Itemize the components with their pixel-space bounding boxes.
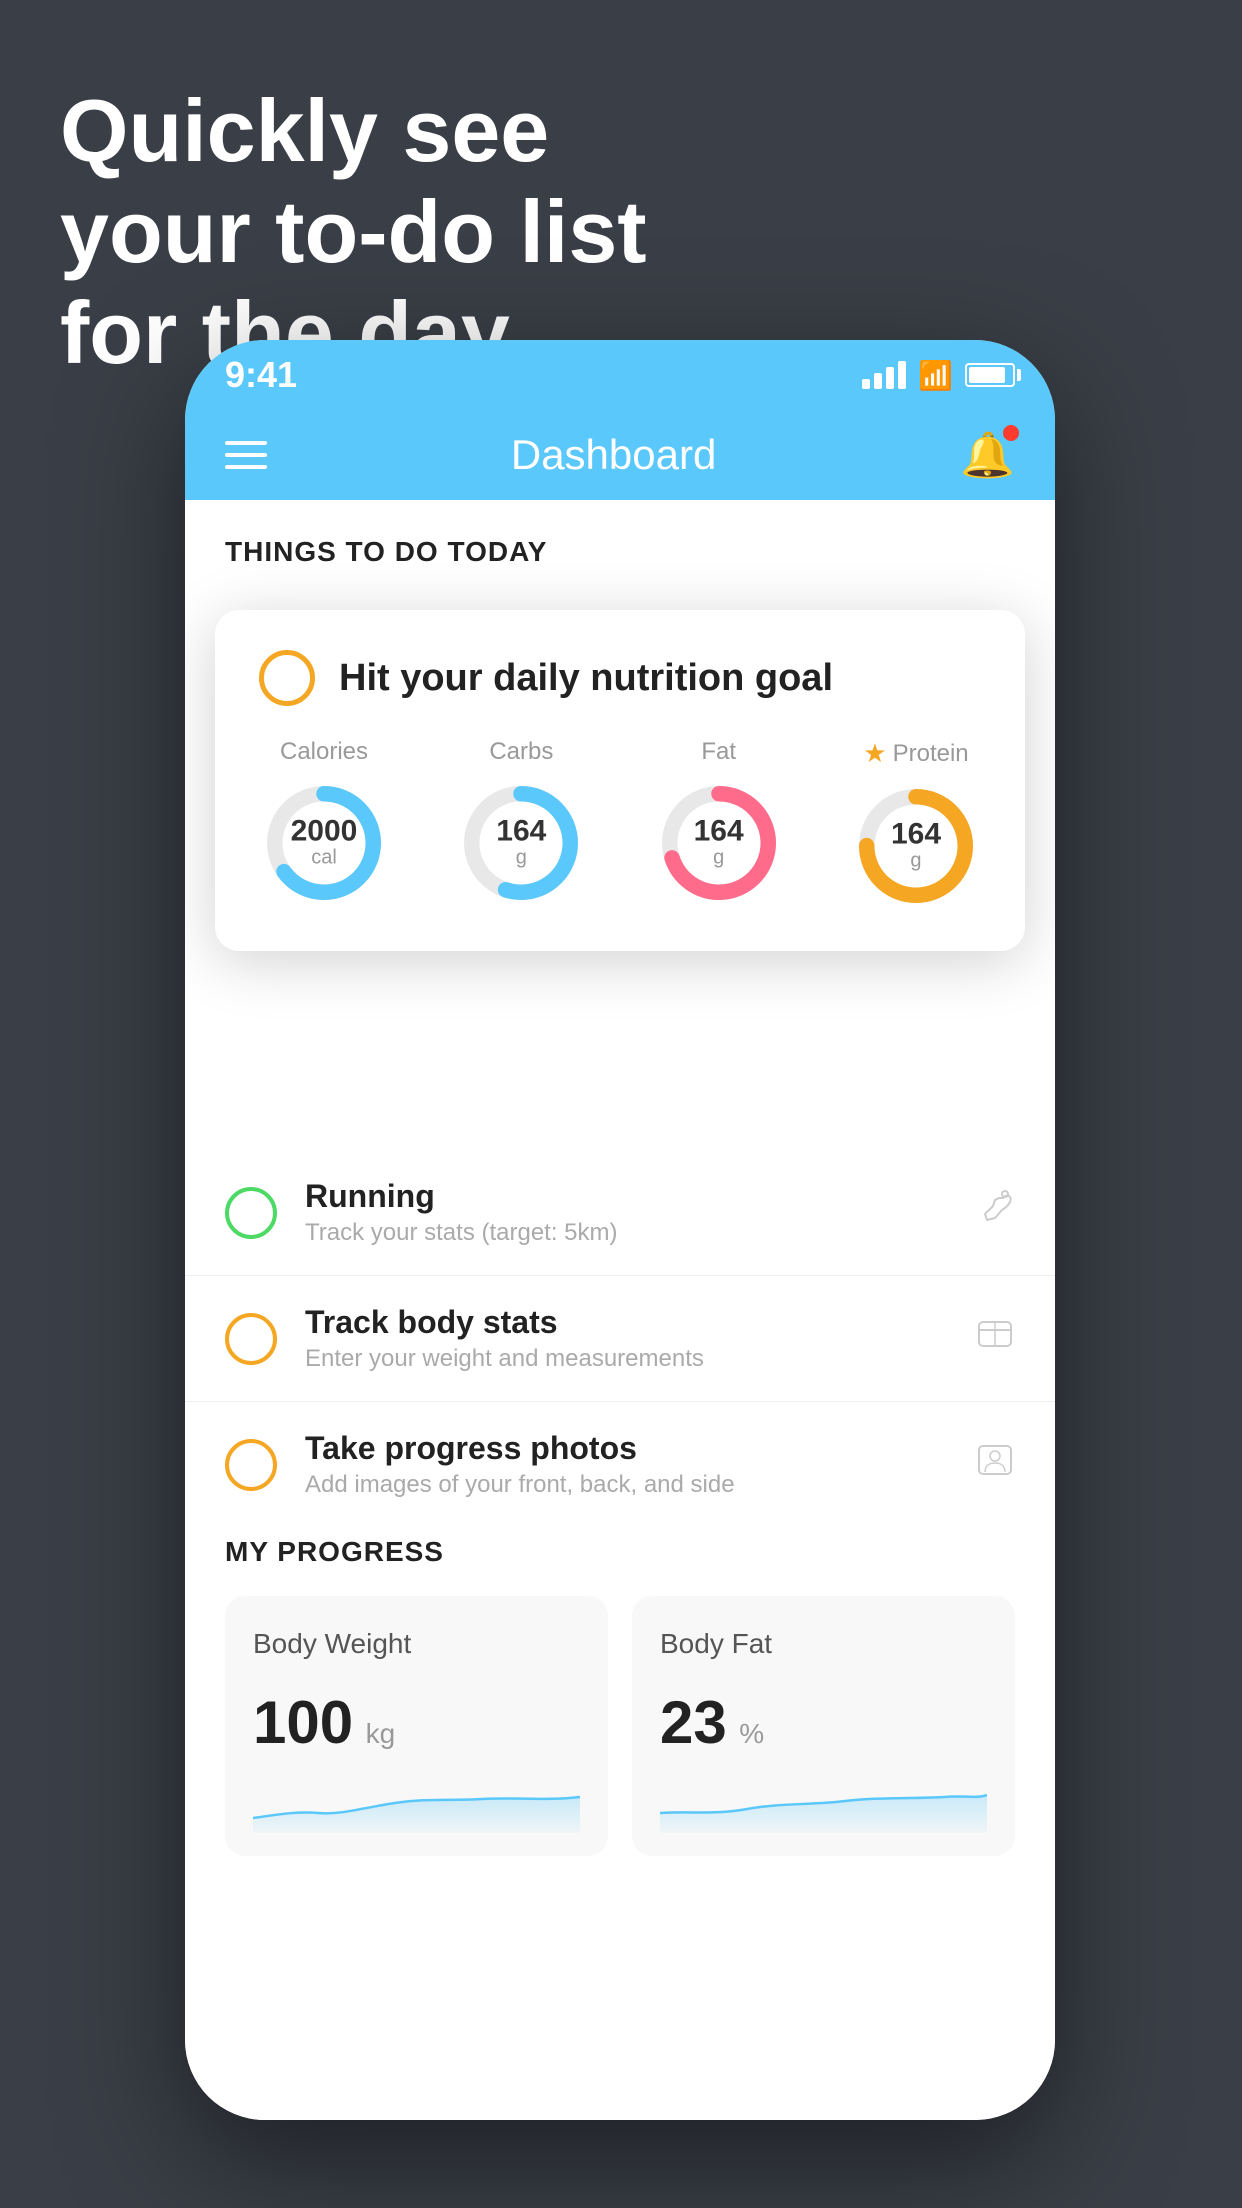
calories-value: 2000	[291, 817, 358, 847]
body-weight-chart	[253, 1773, 580, 1833]
nav-bar: Dashboard 🔔	[185, 410, 1055, 500]
todo-circle-body-stats	[225, 1313, 277, 1365]
protein-value: 164	[891, 820, 941, 850]
todo-text-body-stats: Track body stats Enter your weight and m…	[305, 1304, 947, 1373]
todo-text-photos: Take progress photos Add images of your …	[305, 1430, 947, 1499]
protein-donut: 164 g	[851, 781, 981, 911]
star-icon: ★	[863, 738, 886, 769]
todo-title-photos: Take progress photos	[305, 1430, 947, 1467]
carbs-value: 164	[496, 817, 546, 847]
status-time: 9:41	[225, 354, 297, 396]
todo-item-running[interactable]: Running Track your stats (target: 5km)	[185, 1150, 1055, 1276]
fat-value: 164	[694, 817, 744, 847]
body-weight-title: Body Weight	[253, 1628, 580, 1660]
wifi-icon: 📶	[918, 359, 953, 392]
app-headline: Quickly see your to-do list for the day.	[60, 80, 647, 384]
todo-title-running: Running	[305, 1178, 947, 1215]
signal-icon	[862, 361, 906, 389]
status-icons: 📶	[862, 359, 1015, 392]
nutrition-card: Hit your daily nutrition goal Calories 2…	[215, 610, 1025, 951]
protein-stat: ★ Protein 164 g	[851, 738, 981, 911]
protein-label: ★ Protein	[863, 738, 968, 769]
progress-section: MY PROGRESS Body Weight 100 kg	[185, 1500, 1055, 1856]
fat-label: Fat	[701, 738, 736, 766]
running-icon	[975, 1190, 1015, 1235]
protein-unit: g	[891, 850, 941, 873]
todo-text-running: Running Track your stats (target: 5km)	[305, 1178, 947, 1247]
carbs-label: Carbs	[489, 738, 553, 766]
fat-donut: 164 g	[654, 778, 784, 908]
body-fat-title: Body Fat	[660, 1628, 987, 1660]
todo-title-body-stats: Track body stats	[305, 1304, 947, 1341]
carbs-stat: Carbs 164 g	[456, 738, 586, 908]
battery-icon	[965, 363, 1015, 387]
body-fat-card: Body Fat 23 %	[632, 1596, 1015, 1856]
body-fat-value: 23	[660, 1688, 727, 1757]
person-icon	[975, 1442, 1015, 1487]
body-weight-unit: kg	[366, 1718, 396, 1749]
things-section-header: THINGS TO DO TODAY	[185, 500, 1055, 588]
hamburger-menu[interactable]	[225, 441, 267, 469]
notification-bell[interactable]: 🔔	[960, 429, 1015, 481]
todo-sub-body-stats: Enter your weight and measurements	[305, 1345, 947, 1373]
carbs-unit: g	[496, 847, 546, 870]
nutrition-stats: Calories 2000 cal Carbs	[259, 738, 981, 911]
progress-section-title: MY PROGRESS	[225, 1500, 1015, 1568]
notification-dot	[1003, 425, 1019, 441]
todo-circle-running	[225, 1187, 277, 1239]
nav-title: Dashboard	[511, 431, 716, 479]
fat-stat: Fat 164 g	[654, 738, 784, 908]
progress-cards: Body Weight 100 kg	[225, 1596, 1015, 1856]
todo-sub-photos: Add images of your front, back, and side	[305, 1471, 947, 1499]
nutrition-title: Hit your daily nutrition goal	[339, 657, 833, 700]
calories-unit: cal	[291, 847, 358, 870]
scale-icon	[975, 1316, 1015, 1361]
todo-item-body-stats[interactable]: Track body stats Enter your weight and m…	[185, 1276, 1055, 1402]
body-fat-chart	[660, 1773, 987, 1833]
body-fat-unit: %	[739, 1718, 764, 1749]
nutrition-check-circle	[259, 650, 315, 706]
todo-circle-photos	[225, 1439, 277, 1491]
calories-stat: Calories 2000 cal	[259, 738, 389, 908]
carbs-donut: 164 g	[456, 778, 586, 908]
calories-label: Calories	[280, 738, 368, 766]
todo-sub-running: Track your stats (target: 5km)	[305, 1219, 947, 1247]
phone-frame: 9:41 📶 Dashboard 🔔 THINGS TO DO TOD	[185, 340, 1055, 2120]
body-weight-card: Body Weight 100 kg	[225, 1596, 608, 1856]
body-weight-value: 100	[253, 1688, 353, 1757]
fat-unit: g	[694, 847, 744, 870]
todo-list: Running Track your stats (target: 5km) T…	[185, 1150, 1055, 1528]
status-bar: 9:41 📶	[185, 340, 1055, 410]
calories-donut: 2000 cal	[259, 778, 389, 908]
